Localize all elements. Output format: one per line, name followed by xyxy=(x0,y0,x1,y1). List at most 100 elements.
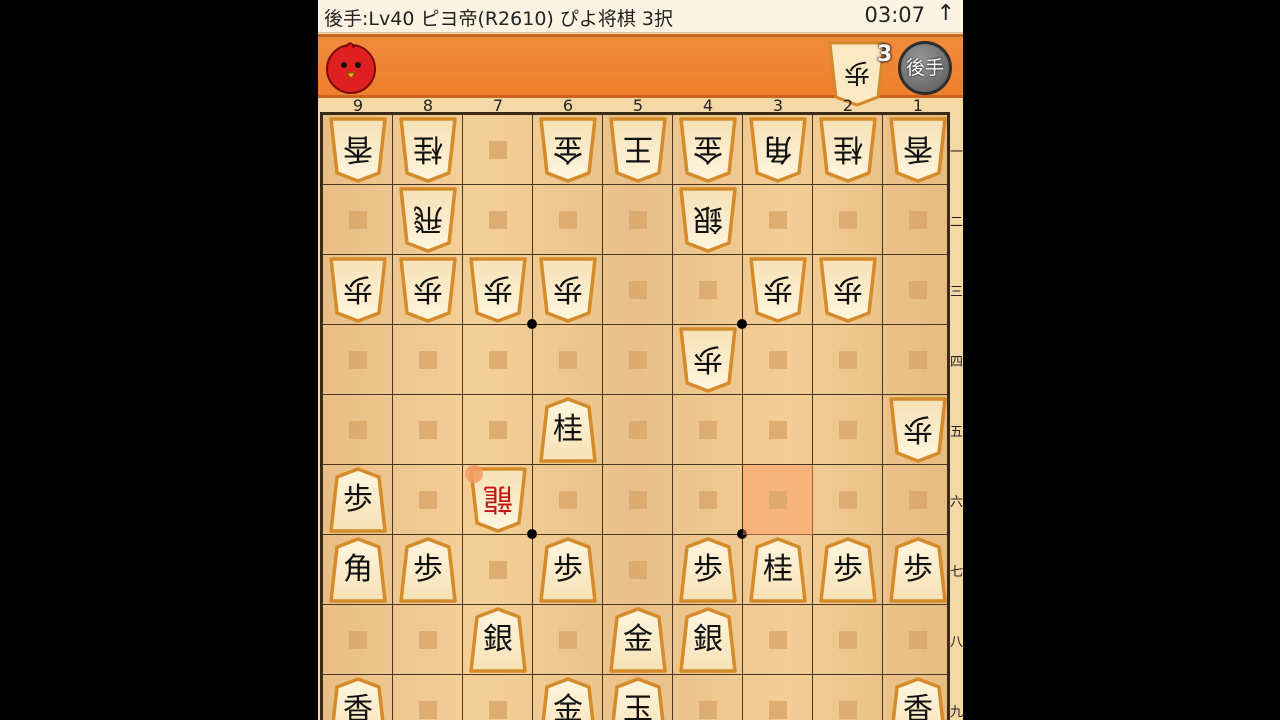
board-square[interactable] xyxy=(673,675,743,720)
board-square[interactable]: 歩 xyxy=(813,255,883,325)
board-square[interactable] xyxy=(813,325,883,395)
board-square[interactable] xyxy=(813,675,883,720)
gote-piece[interactable]: 歩 xyxy=(329,257,387,323)
board-square[interactable] xyxy=(393,325,463,395)
board-square[interactable]: 歩 xyxy=(533,255,603,325)
board-square[interactable]: 歩 xyxy=(323,465,393,535)
gote-piece[interactable]: 金 xyxy=(539,117,597,183)
board-square[interactable] xyxy=(813,395,883,465)
board-square[interactable] xyxy=(463,325,533,395)
sente-piece[interactable]: 歩 xyxy=(679,537,737,603)
sente-piece[interactable]: 歩 xyxy=(819,537,877,603)
sente-piece[interactable]: 歩 xyxy=(539,537,597,603)
sente-piece[interactable]: 香 xyxy=(889,677,947,720)
gote-piece[interactable]: 王 xyxy=(609,117,667,183)
sente-piece[interactable]: 金 xyxy=(539,677,597,720)
board-square[interactable]: 歩 xyxy=(673,535,743,605)
gote-piece[interactable]: 歩 xyxy=(679,327,737,393)
gote-piece[interactable]: 歩 xyxy=(539,257,597,323)
board-square[interactable]: 歩 xyxy=(883,395,953,465)
board-square[interactable] xyxy=(603,185,673,255)
board-square[interactable]: 銀 xyxy=(673,185,743,255)
board-square[interactable]: 金 xyxy=(533,115,603,185)
board-square[interactable] xyxy=(883,325,953,395)
gote-piece[interactable]: 歩 xyxy=(469,257,527,323)
gote-piece[interactable]: 歩 xyxy=(889,397,947,463)
board-square[interactable] xyxy=(673,395,743,465)
board-square[interactable]: 飛 xyxy=(393,185,463,255)
gote-piece[interactable]: 歩 xyxy=(749,257,807,323)
board-square[interactable] xyxy=(603,325,673,395)
board-square[interactable] xyxy=(533,185,603,255)
board-square[interactable]: 歩 xyxy=(393,535,463,605)
piyo-chick-icon[interactable] xyxy=(324,41,378,95)
sente-piece[interactable]: 歩 xyxy=(889,537,947,603)
sente-piece[interactable]: 角 xyxy=(329,537,387,603)
board-square[interactable]: 香 xyxy=(883,675,953,720)
board-square[interactable]: 角 xyxy=(323,535,393,605)
board-square[interactable] xyxy=(463,395,533,465)
board-square[interactable]: 歩 xyxy=(533,535,603,605)
board-square[interactable] xyxy=(323,325,393,395)
board-square[interactable] xyxy=(323,185,393,255)
board-square[interactable] xyxy=(393,675,463,720)
board-square[interactable]: 歩 xyxy=(463,255,533,325)
board-square[interactable]: 金 xyxy=(533,675,603,720)
sente-piece[interactable]: 香 xyxy=(329,677,387,720)
board-square[interactable] xyxy=(323,605,393,675)
board-square[interactable] xyxy=(743,675,813,720)
sente-piece[interactable]: 桂 xyxy=(539,397,597,463)
board-square[interactable]: 桂 xyxy=(813,115,883,185)
board-square[interactable] xyxy=(673,465,743,535)
board-square[interactable] xyxy=(463,535,533,605)
sente-piece[interactable]: 銀 xyxy=(679,607,737,673)
board-square[interactable] xyxy=(743,185,813,255)
board-square[interactable] xyxy=(603,395,673,465)
board-square[interactable]: 金 xyxy=(603,605,673,675)
sente-piece[interactable]: 桂 xyxy=(749,537,807,603)
board-square[interactable] xyxy=(743,395,813,465)
board-square[interactable] xyxy=(813,465,883,535)
gote-piece[interactable]: 香 xyxy=(329,117,387,183)
board-square[interactable]: 歩 xyxy=(883,535,953,605)
board-square[interactable] xyxy=(323,395,393,465)
sente-piece[interactable]: 金 xyxy=(609,607,667,673)
board-square[interactable]: 桂 xyxy=(533,395,603,465)
sente-piece[interactable]: 玉 xyxy=(609,677,667,720)
board-square[interactable] xyxy=(603,255,673,325)
gote-piece[interactable]: 桂 xyxy=(819,117,877,183)
board-square[interactable] xyxy=(743,605,813,675)
board-square[interactable]: 香 xyxy=(883,115,953,185)
board-square[interactable] xyxy=(743,325,813,395)
board-square[interactable]: 玉 xyxy=(603,675,673,720)
gote-piece[interactable]: 桂 xyxy=(399,117,457,183)
board-square[interactable] xyxy=(463,115,533,185)
board-square[interactable] xyxy=(883,185,953,255)
board-square[interactable]: 歩 xyxy=(743,255,813,325)
board-square[interactable]: 歩 xyxy=(393,255,463,325)
board-square[interactable]: 金 xyxy=(673,115,743,185)
board-square[interactable] xyxy=(813,605,883,675)
board-square[interactable]: 銀 xyxy=(673,605,743,675)
board-square[interactable] xyxy=(743,465,813,535)
board-square[interactable] xyxy=(533,465,603,535)
board-square[interactable]: 香 xyxy=(323,675,393,720)
board-square[interactable] xyxy=(463,675,533,720)
sente-piece[interactable]: 歩 xyxy=(399,537,457,603)
gote-piece[interactable]: 歩 xyxy=(399,257,457,323)
gote-piece[interactable]: 香 xyxy=(889,117,947,183)
board-square[interactable] xyxy=(533,605,603,675)
board-square[interactable]: 龍 xyxy=(463,465,533,535)
board-square[interactable] xyxy=(393,465,463,535)
board-square[interactable] xyxy=(603,465,673,535)
sente-piece[interactable]: 歩 xyxy=(329,467,387,533)
gote-piece[interactable]: 銀 xyxy=(679,187,737,253)
board-square[interactable]: 歩 xyxy=(813,535,883,605)
board-square[interactable]: 桂 xyxy=(393,115,463,185)
board-square[interactable] xyxy=(673,255,743,325)
board-square[interactable]: 歩 xyxy=(673,325,743,395)
board-square[interactable]: 王 xyxy=(603,115,673,185)
board-square[interactable] xyxy=(883,605,953,675)
board-square[interactable]: 銀 xyxy=(463,605,533,675)
gote-piece[interactable]: 角 xyxy=(749,117,807,183)
